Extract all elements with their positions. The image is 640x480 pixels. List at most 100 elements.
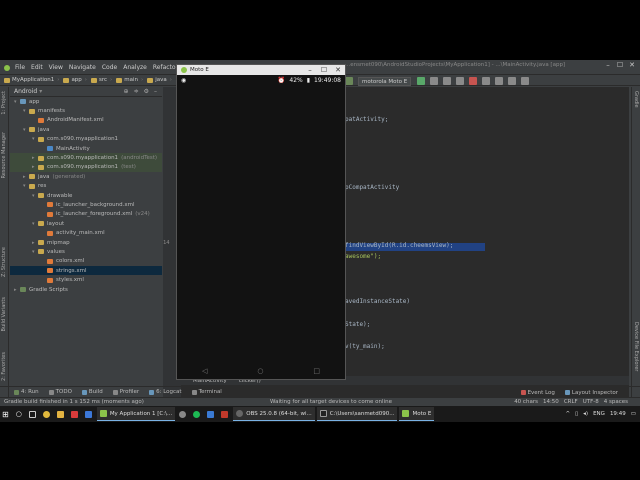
hide-icon[interactable]: –: [154, 88, 157, 95]
close-icon[interactable]: ✕: [626, 61, 638, 69]
menu-analyze[interactable]: Analyze: [123, 64, 147, 71]
run-icon[interactable]: [417, 77, 426, 85]
taskbar-pin-photos[interactable]: [205, 406, 216, 422]
breadcrumb-main[interactable]: main ›: [116, 77, 143, 83]
code-line[interactable]: pCompatActivity: [345, 184, 399, 191]
tool-gradle[interactable]: Gradle: [633, 91, 639, 108]
status-indicator[interactable]: UTF-8: [583, 399, 599, 405]
menu-edit[interactable]: Edit: [31, 64, 43, 71]
sdk-manager-icon[interactable]: [508, 77, 517, 85]
minimize-icon[interactable]: –: [303, 66, 317, 74]
device-screen[interactable]: ◉ ⏰ 42% ▮ 19:49:08 ◁ ○ □: [177, 75, 345, 379]
menu-view[interactable]: View: [49, 64, 63, 71]
start-button[interactable]: ⊞: [0, 406, 11, 422]
minimize-icon[interactable]: –: [602, 61, 614, 69]
code-line[interactable]: findViewById(R.id.cheemsView);: [345, 242, 453, 249]
collapse-icon[interactable]: ≑: [134, 88, 139, 95]
notification-icon[interactable]: ▭: [631, 411, 636, 417]
network-icon[interactable]: ▯: [575, 411, 578, 417]
taskbar-pin-chrome[interactable]: [41, 406, 52, 422]
tree-item[interactable]: ▾ values: [10, 247, 162, 256]
tool-structure[interactable]: Z: Structure: [1, 247, 7, 277]
taskbar-app-obs[interactable]: OBS 25.0.8 (64-bit, wi...: [233, 407, 315, 421]
tree-item[interactable]: ▸ mipmap: [10, 238, 162, 247]
taskbar-pin-media[interactable]: [219, 406, 230, 422]
target-icon[interactable]: ⊕: [124, 88, 129, 95]
sync-icon[interactable]: [482, 77, 491, 85]
make-project-icon[interactable]: [345, 77, 353, 85]
taskbar-pin-store[interactable]: [83, 406, 94, 422]
breadcrumb-java[interactable]: java ›: [147, 77, 172, 83]
code-line[interactable]: v(ty_main);: [345, 343, 385, 350]
profile-icon[interactable]: [456, 77, 465, 85]
breadcrumb-myapplication1[interactable]: MyApplication1 ›: [4, 77, 59, 83]
taskbar-pin-spotify[interactable]: [191, 406, 202, 422]
status-message[interactable]: Gradle build finished in 1 s 152 ms (mom…: [4, 399, 144, 405]
tool-project[interactable]: 1: Project: [1, 91, 7, 115]
maximize-icon[interactable]: ☐: [614, 61, 626, 69]
menu-file[interactable]: File: [15, 64, 25, 71]
chevron-up-icon[interactable]: ^: [566, 411, 571, 417]
close-icon[interactable]: ✕: [331, 66, 345, 74]
tree-item[interactable]: ▾ app: [10, 97, 162, 106]
tree-item[interactable]: strings.xml: [10, 266, 162, 276]
tab-run[interactable]: 4: Run: [14, 389, 39, 395]
tool-resource-manager[interactable]: Resource Manager: [1, 132, 7, 178]
recents-icon[interactable]: □: [313, 367, 320, 375]
tree-item[interactable]: styles.xml: [10, 275, 162, 284]
tab-todo[interactable]: TODO: [48, 389, 72, 395]
tree-item[interactable]: MainActivity: [10, 144, 162, 153]
tree-item[interactable]: ▾ drawable: [10, 191, 162, 200]
tab-build[interactable]: Build: [81, 389, 103, 395]
status-indicator[interactable]: 14:50: [543, 399, 559, 405]
gear-icon[interactable]: ⚙: [144, 88, 149, 95]
status-indicator[interactable]: CRLF: [564, 399, 578, 405]
home-icon[interactable]: ○: [257, 367, 263, 375]
tree-item[interactable]: AndroidManifest.xml: [10, 116, 162, 125]
code-line[interactable]: patActivity;: [345, 116, 388, 123]
taskbar-pin-explorer[interactable]: [55, 406, 66, 422]
tree-item[interactable]: ▾ manifests: [10, 106, 162, 115]
tab-layout-inspector[interactable]: Layout Inspector: [564, 390, 618, 396]
code-line[interactable]: awesome");: [345, 253, 381, 260]
device-selector[interactable]: motorola Moto E: [358, 76, 412, 86]
taskbar-clock[interactable]: 19:49: [610, 411, 626, 417]
back-icon[interactable]: ◁: [202, 367, 207, 375]
project-view-selector[interactable]: Android: [14, 88, 37, 95]
tree-item[interactable]: ▾ com.s090.myapplication1: [10, 135, 162, 144]
breadcrumb-app[interactable]: app ›: [63, 77, 87, 83]
tool-favorites[interactable]: 2: Favorites: [1, 352, 7, 381]
language-indicator[interactable]: ENG: [593, 411, 605, 417]
search-button[interactable]: ○: [14, 406, 24, 422]
breadcrumb-src[interactable]: src ›: [91, 77, 112, 83]
tab-event-log[interactable]: Event Log: [520, 390, 555, 396]
menu-code[interactable]: Code: [102, 64, 117, 71]
menu-navigate[interactable]: Navigate: [69, 64, 96, 71]
maximize-icon[interactable]: ☐: [317, 66, 331, 74]
apply-changes-icon[interactable]: [430, 77, 439, 85]
tree-item[interactable]: ▾ layout: [10, 219, 162, 228]
status-indicator[interactable]: 40 chars: [514, 399, 538, 405]
tree-item[interactable]: ▸ com.s090.myapplication1 (androidTest): [10, 153, 162, 163]
code-line[interactable]: State);: [345, 321, 370, 328]
task-view-button[interactable]: [27, 406, 38, 422]
tree-item[interactable]: ▾ res: [10, 182, 162, 191]
debug-icon[interactable]: [443, 77, 452, 85]
chevron-down-icon[interactable]: ▾: [39, 88, 42, 95]
tree-item[interactable]: ▾ java: [10, 125, 162, 134]
menu-refactor[interactable]: Refactor: [153, 64, 178, 71]
taskbar-pin-app[interactable]: [69, 406, 80, 422]
search-icon[interactable]: [521, 77, 530, 85]
taskbar-app-android-studio[interactable]: My Application 1 [C:\...: [96, 407, 176, 421]
taskbar-app-terminal[interactable]: C:\Users\sanmetd090...: [316, 407, 398, 421]
tab-profiler[interactable]: Profiler: [112, 389, 139, 395]
tree-item[interactable]: ▸ com.s090.myapplication1 (test): [10, 162, 162, 173]
tree-item[interactable]: ic_launcher_background.xml: [10, 200, 162, 209]
code-line[interactable]: avedInstanceState): [345, 298, 410, 305]
taskbar-pin-cortana[interactable]: [177, 406, 188, 422]
tool-device-file-explorer[interactable]: Device File Explorer: [633, 322, 639, 371]
tree-item[interactable]: activity_main.xml: [10, 228, 162, 237]
tab-logcat[interactable]: 6: Logcat: [149, 389, 182, 395]
status-indicator[interactable]: 4 spaces: [604, 399, 628, 405]
tree-item[interactable]: colors.xml: [10, 257, 162, 266]
